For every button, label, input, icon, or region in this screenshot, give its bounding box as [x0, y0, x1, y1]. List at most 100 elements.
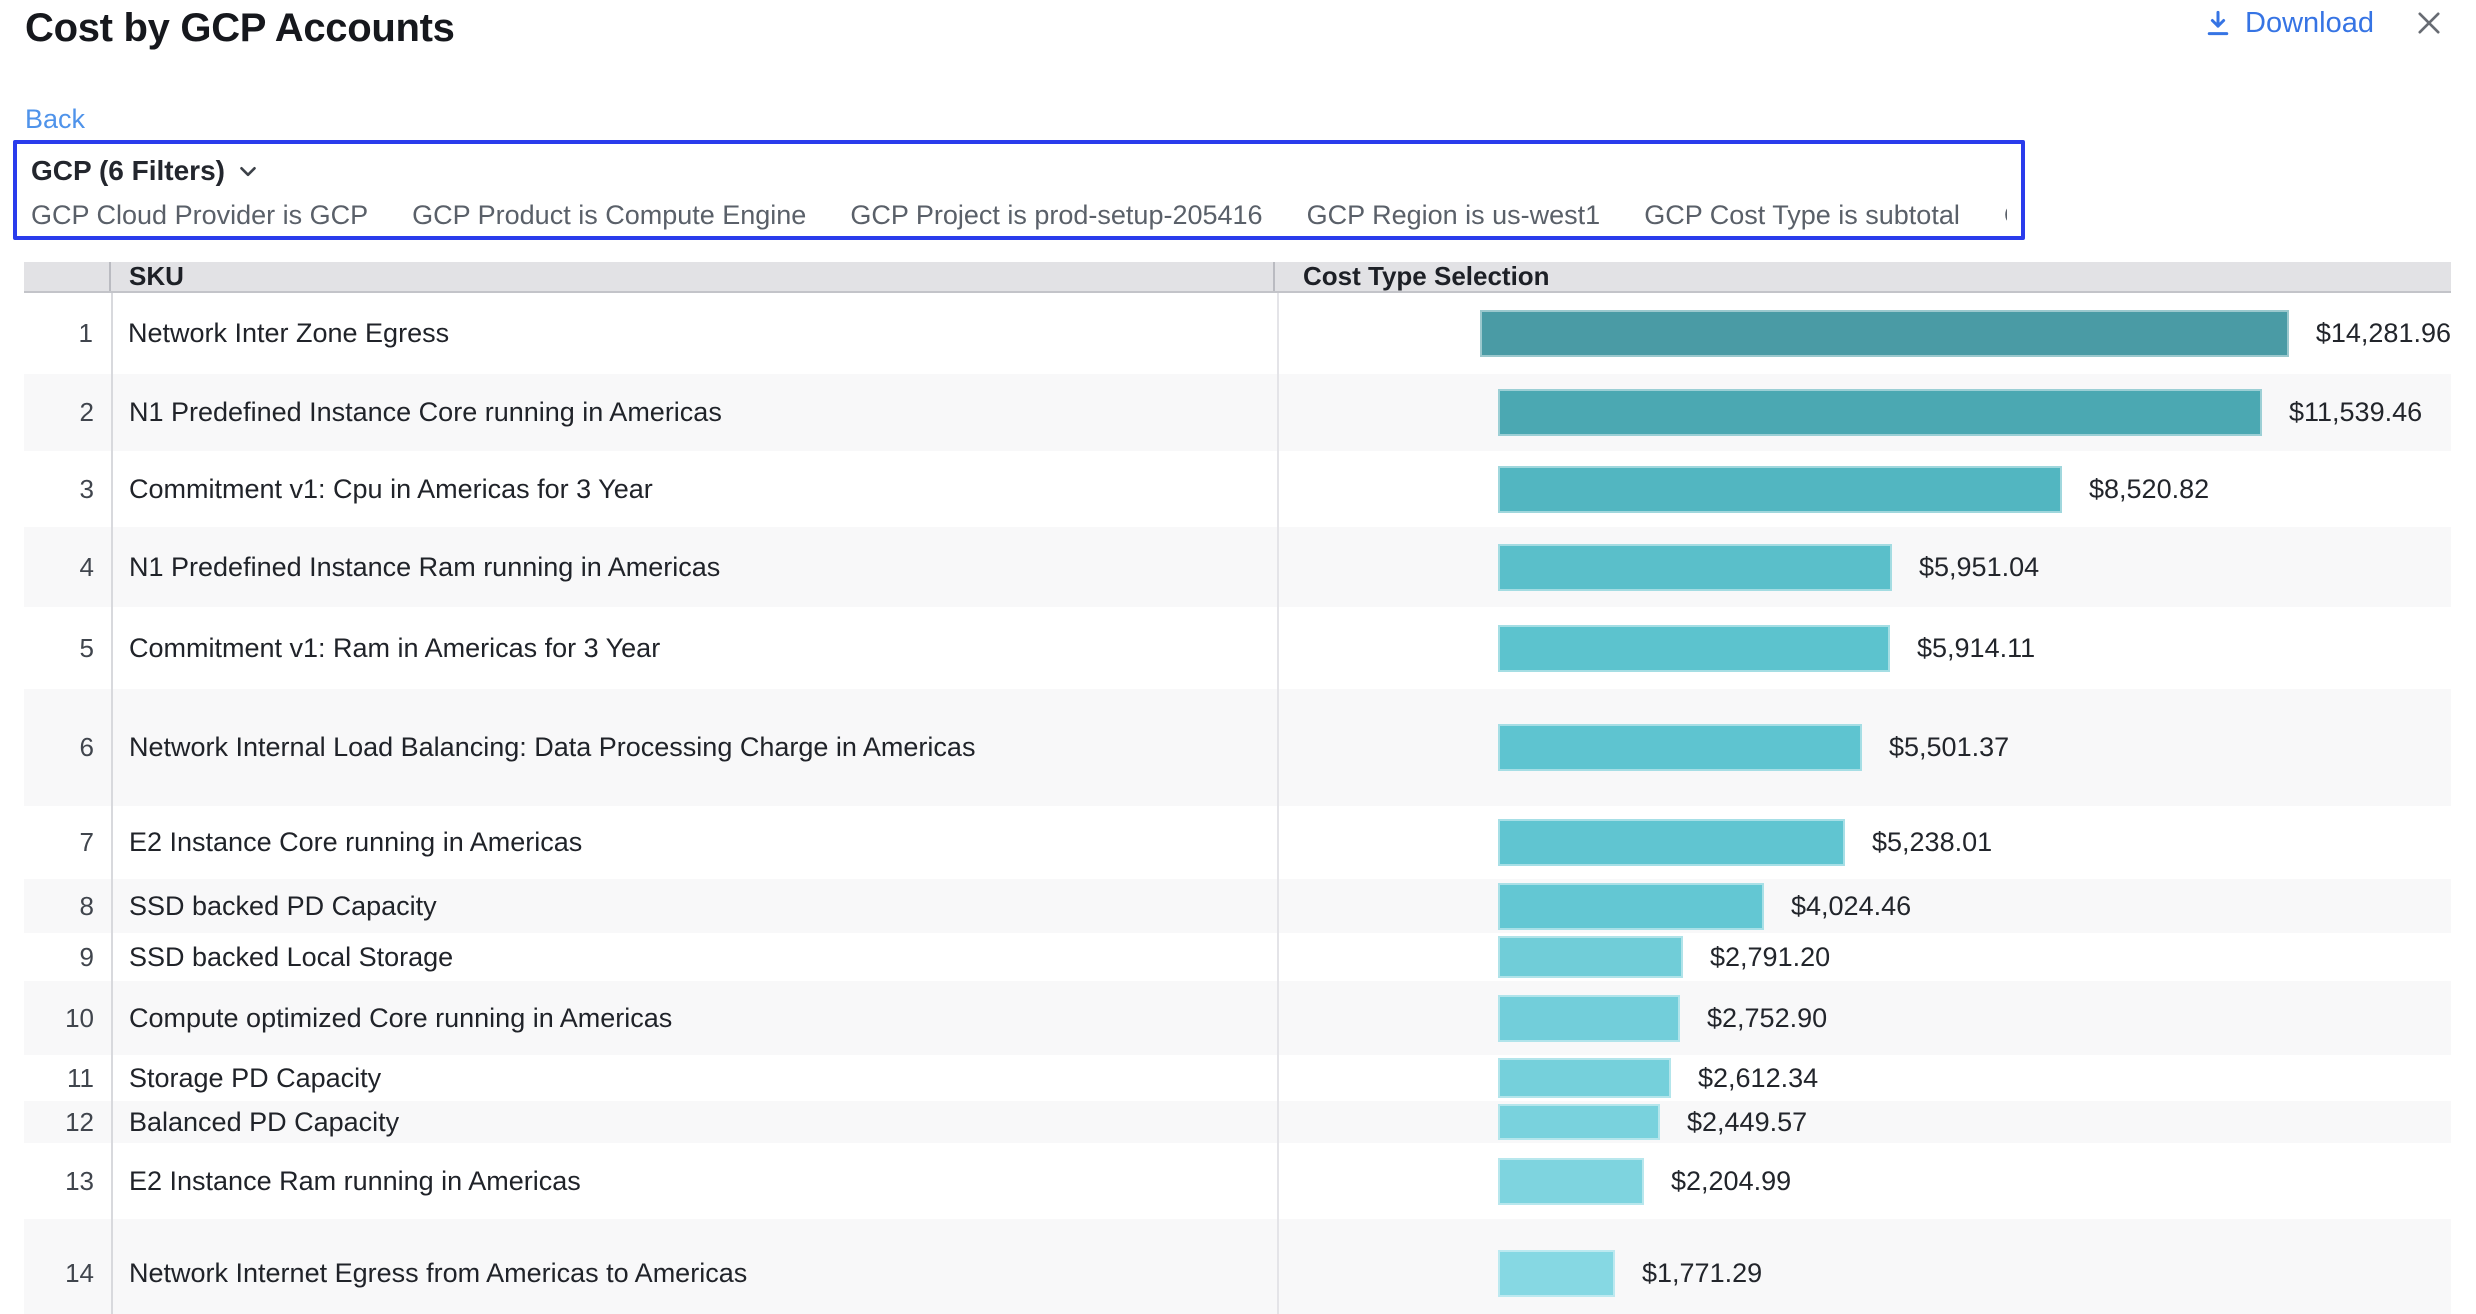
cost-value-label: $5,914.11	[1917, 633, 2035, 664]
row-number: 4	[24, 552, 111, 583]
cost-value-label: $5,501.37	[1889, 732, 2009, 763]
cost-bar	[1498, 883, 1764, 930]
cost-value-label: $2,752.90	[1707, 1003, 1827, 1034]
cost-bar-cell: $5,238.01	[1277, 819, 2451, 866]
filter-item[interactable]: GCP Cost Type is subtotal	[1644, 200, 1960, 231]
back-link[interactable]: Back	[25, 104, 85, 135]
row-number: 9	[24, 942, 111, 973]
filter-item[interactable]: GCP Reporting Timeframe is "-90"	[2004, 200, 2007, 231]
cost-value-label: $5,951.04	[1919, 552, 2039, 583]
cost-bar-cell: $8,520.82	[1277, 466, 2451, 513]
row-number: 8	[24, 891, 111, 922]
table-row[interactable]: 11Storage PD Capacity $2,612.34	[24, 1055, 2451, 1101]
cost-bar-cell: $5,951.04	[1277, 544, 2451, 591]
close-icon	[2412, 28, 2446, 43]
row-number-column-header	[24, 262, 111, 291]
sku-label: SSD backed PD Capacity	[111, 891, 1277, 922]
cost-bar	[1498, 936, 1683, 978]
filter-item[interactable]: GCP Cloud Provider is GCP	[31, 200, 368, 231]
sku-column-header: SKU	[111, 262, 1275, 291]
cost-value-label: $2,791.20	[1710, 942, 1830, 973]
cost-table: SKU Cost Type Selection 1Network Inter Z…	[24, 262, 2451, 1314]
filter-dropdown-label: GCP (6 Filters)	[31, 155, 225, 187]
sku-label: Commitment v1: Cpu in Americas for 3 Yea…	[111, 474, 1277, 505]
cost-bar-cell: $5,501.37	[1277, 724, 2451, 771]
download-button[interactable]: Download	[2203, 7, 2374, 40]
table-row[interactable]: 1Network Inter Zone Egress$14,281.96	[24, 293, 2451, 374]
cost-value-label: $2,204.99	[1671, 1166, 1791, 1197]
cost-bar	[1498, 466, 2062, 513]
row-number: 12	[24, 1107, 111, 1138]
sku-label: Compute optimized Core running in Americ…	[111, 1003, 1277, 1034]
close-button[interactable]	[2412, 6, 2446, 40]
filter-dropdown[interactable]: GCP (6 Filters)	[31, 155, 261, 187]
cost-bar-cell: $2,752.90	[1277, 995, 2451, 1042]
row-number: 5	[24, 633, 111, 664]
cost-value-label: $2,612.34	[1698, 1063, 1818, 1094]
row-number: 13	[24, 1166, 111, 1197]
cost-bar-cell: $14,281.96	[1259, 310, 2451, 357]
cost-value-label: $4,024.46	[1791, 891, 1911, 922]
sku-label: SSD backed Local Storage	[111, 942, 1277, 973]
sku-label: E2 Instance Core running in Americas	[111, 827, 1277, 858]
sku-label: Balanced PD Capacity	[111, 1107, 1277, 1138]
row-number: 11	[24, 1063, 111, 1094]
row-number: 1	[24, 318, 110, 349]
sku-label: E2 Instance Ram running in Americas	[111, 1166, 1277, 1197]
filter-item[interactable]: GCP Project is prod-setup-205416	[850, 200, 1262, 231]
row-number: 6	[24, 732, 111, 763]
table-row[interactable]: 13E2 Instance Ram running in Americas $2,…	[24, 1143, 2451, 1219]
cost-bar-cell: $2,204.99	[1277, 1158, 2451, 1205]
cost-bar	[1498, 1058, 1671, 1098]
row-number: 7	[24, 827, 111, 858]
table-row[interactable]: 8SSD backed PD Capacity $4,024.46	[24, 879, 2451, 933]
cost-bar-cell: $4,024.46	[1277, 883, 2451, 930]
sku-label: N1 Predefined Instance Ram running in Am…	[111, 552, 1277, 583]
cost-bar	[1498, 389, 2262, 436]
sku-label: N1 Predefined Instance Core running in A…	[111, 397, 1277, 428]
table-row[interactable]: 10Compute optimized Core running in Amer…	[24, 981, 2451, 1055]
cost-value-label: $14,281.96	[2316, 318, 2451, 349]
cost-value-label: $2,449.57	[1687, 1107, 1807, 1138]
table-row[interactable]: 2N1 Predefined Instance Core running in …	[24, 374, 2451, 451]
row-number: 14	[24, 1258, 111, 1289]
filter-panel: GCP (6 Filters) GCP Cloud Provider is GC…	[13, 140, 2025, 240]
row-number: 3	[24, 474, 111, 505]
table-row[interactable]: 3Commitment v1: Cpu in Americas for 3 Ye…	[24, 451, 2451, 527]
row-number: 10	[24, 1003, 111, 1034]
table-row[interactable]: 7E2 Instance Core running in Americas $5,…	[24, 806, 2451, 879]
table-header-row: SKU Cost Type Selection	[24, 262, 2451, 293]
cost-value-label: $8,520.82	[2089, 474, 2209, 505]
top-actions: Download	[2203, 6, 2446, 40]
cost-bar	[1480, 310, 2289, 357]
sku-label: Commitment v1: Ram in Americas for 3 Yea…	[111, 633, 1277, 664]
page-title: Cost by GCP Accounts	[25, 6, 455, 51]
table-row[interactable]: 4N1 Predefined Instance Ram running in A…	[24, 527, 2451, 607]
filter-item[interactable]: GCP Product is Compute Engine	[412, 200, 806, 231]
sku-label: Network Internet Egress from Americas to…	[111, 1258, 1277, 1289]
table-row[interactable]: 5Commitment v1: Ram in Americas for 3 Ye…	[24, 607, 2451, 689]
cost-bar	[1498, 625, 1890, 672]
download-icon	[2203, 8, 2233, 38]
cost-bar-cell: $11,539.46	[1277, 389, 2451, 436]
cost-bar	[1498, 819, 1845, 866]
row-number: 2	[24, 397, 111, 428]
sku-label: Storage PD Capacity	[111, 1063, 1277, 1094]
table-body[interactable]: 1Network Inter Zone Egress$14,281.962N1 …	[24, 293, 2451, 1314]
table-row[interactable]: 14Network Internet Egress from Americas …	[24, 1219, 2451, 1314]
filter-item[interactable]: GCP Region is us-west1	[1307, 200, 1601, 231]
filter-list: GCP Cloud Provider is GCP GCP Product is …	[31, 200, 2007, 231]
cost-bar-cell: $5,914.11	[1277, 625, 2451, 672]
download-label: Download	[2245, 7, 2374, 40]
cost-bar-cell: $2,612.34	[1277, 1058, 2451, 1098]
table-row[interactable]: 6Network Internal Load Balancing: Data P…	[24, 689, 2451, 806]
cost-bar-cell: $2,791.20	[1277, 936, 2451, 978]
cost-by-gcp-accounts-panel: Cost by GCP Accounts Download Back GCP (…	[0, 0, 2476, 1314]
table-row[interactable]: 9SSD backed Local Storage $2,791.20	[24, 933, 2451, 981]
cost-value-label: $1,771.29	[1642, 1258, 1762, 1289]
cost-bar	[1498, 1104, 1660, 1140]
cost-bar	[1498, 1158, 1644, 1205]
table-row[interactable]: 12Balanced PD Capacity $2,449.57	[24, 1101, 2451, 1143]
cost-value-label: $11,539.46	[2289, 397, 2422, 428]
cost-value-label: $5,238.01	[1872, 827, 1992, 858]
